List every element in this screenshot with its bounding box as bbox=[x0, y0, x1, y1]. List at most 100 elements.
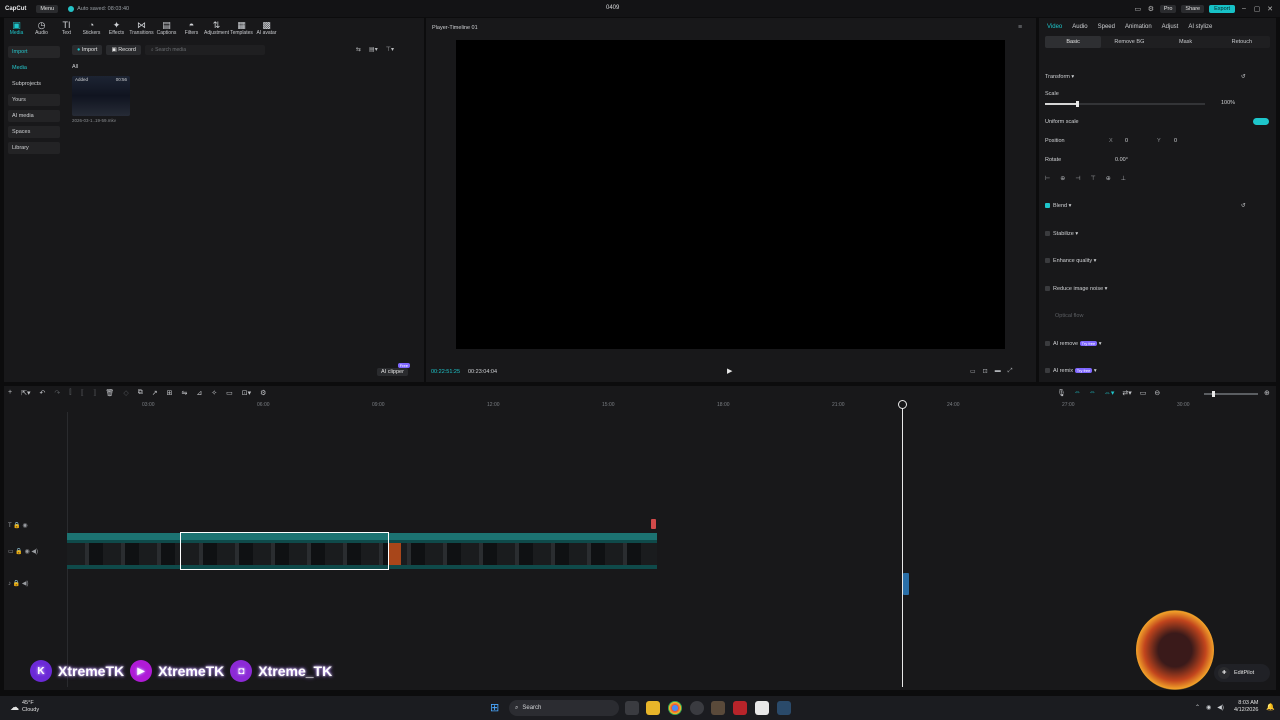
aspect-icon[interactable]: ▬ bbox=[995, 368, 1001, 375]
speed-icon[interactable]: ↗ bbox=[152, 389, 158, 397]
zoom-in-icon[interactable]: ⊕ bbox=[1264, 389, 1270, 397]
mute-icon[interactable]: ◀) bbox=[22, 581, 29, 587]
stabilize-header[interactable]: Stabilize ▾ bbox=[1045, 231, 1078, 237]
project-title[interactable]: 0409 bbox=[606, 5, 619, 11]
tab-animation[interactable]: Animation bbox=[1125, 24, 1152, 30]
file-explorer-icon[interactable] bbox=[646, 701, 660, 715]
record-button[interactable]: ▣ Record bbox=[106, 45, 141, 55]
noise-header[interactable]: Reduce image noise ▾ bbox=[1045, 286, 1107, 292]
ai-remove-header[interactable]: AI remove Try free ▾ bbox=[1045, 341, 1102, 347]
ai-remix-checkbox[interactable] bbox=[1045, 368, 1050, 374]
layout-icon[interactable]: ▭ bbox=[1134, 5, 1142, 13]
sidebar-item-import[interactable]: Import bbox=[8, 46, 60, 58]
reverse-icon[interactable]: ⇋ bbox=[181, 389, 187, 397]
link-icon[interactable]: ⇔ bbox=[1089, 389, 1096, 397]
subtab-basic[interactable]: Basic bbox=[1045, 36, 1102, 48]
timeline-clip[interactable]: 2026-03-17 23-19-59.mkv 00:06:49:06 bbox=[389, 533, 657, 569]
maximize-icon[interactable]: ▢ bbox=[1253, 5, 1261, 13]
align-bottom-icon[interactable]: ⊥ bbox=[1121, 175, 1126, 184]
search-media-input[interactable]: ⌕ Search media bbox=[144, 45, 265, 55]
split-icon[interactable]: ⫿ bbox=[69, 389, 71, 397]
crop-icon[interactable]: ⧉ bbox=[138, 389, 143, 397]
lock-icon[interactable]: 🔒 bbox=[13, 581, 20, 587]
grid-view-icon[interactable]: ▤▾ bbox=[369, 46, 378, 53]
split-right-icon[interactable]: ⟧ bbox=[93, 389, 96, 397]
uniform-scale-toggle[interactable] bbox=[1253, 118, 1269, 125]
subtab-retouch[interactable]: Retouch bbox=[1214, 36, 1270, 48]
ai-clipper-button[interactable]: AI clipper Free bbox=[377, 363, 410, 376]
scale-value[interactable]: 100% bbox=[1221, 100, 1235, 106]
app-icon[interactable] bbox=[711, 701, 725, 715]
microphone-icon[interactable]: 🎙 bbox=[1057, 389, 1066, 397]
sort-icon[interactable]: ⊤▾ bbox=[386, 46, 394, 53]
tab-ai-stylize[interactable]: AI stylize bbox=[1188, 24, 1212, 30]
snapshot-icon[interactable]: ⊡ bbox=[983, 368, 988, 375]
tool-audio[interactable]: ◷ Audio bbox=[29, 18, 54, 40]
fit-icon[interactable]: ▭ bbox=[1140, 389, 1147, 397]
enhance-checkbox[interactable] bbox=[1045, 258, 1050, 264]
sidebar-item-yours[interactable]: Yours bbox=[8, 94, 60, 106]
volume-icon[interactable]: ◀) bbox=[1217, 704, 1224, 711]
zoom-slider[interactable] bbox=[1204, 391, 1258, 397]
fullscreen-icon[interactable]: ⤢ bbox=[1008, 368, 1013, 375]
timeline-clip[interactable]: 19-59.mkv 00:03:58:50 bbox=[67, 533, 180, 569]
split-left-icon[interactable]: ⟦ bbox=[80, 389, 83, 397]
preview-axis-icon[interactable]: ⇄▾ bbox=[1122, 389, 1131, 397]
snap-icon[interactable]: ⇔▾ bbox=[1104, 389, 1115, 397]
align-left-icon[interactable]: ⊢ bbox=[1045, 175, 1050, 184]
player-menu-icon[interactable]: ≡ bbox=[1018, 24, 1022, 31]
taskbar-search[interactable]: ⌕ Search bbox=[509, 700, 619, 716]
sidebar-item-ai-media[interactable]: AI media bbox=[8, 110, 60, 122]
menu-button[interactable]: Menu bbox=[36, 4, 59, 13]
noise-checkbox[interactable] bbox=[1045, 286, 1050, 292]
subtab-remove-bg[interactable]: Remove BG bbox=[1101, 36, 1157, 48]
subtitle-icon[interactable]: ▭ bbox=[226, 389, 233, 397]
position-y-input[interactable]: 0 bbox=[1174, 138, 1177, 144]
eye-icon[interactable]: ◉ bbox=[22, 523, 27, 529]
scale-slider[interactable] bbox=[1045, 101, 1205, 107]
tab-adjust[interactable]: Adjust bbox=[1162, 24, 1179, 30]
align-middle-icon[interactable]: ⊕ bbox=[1106, 175, 1111, 184]
reset-transform-icon[interactable]: ↺ bbox=[1241, 74, 1246, 80]
blend-checkbox[interactable] bbox=[1045, 203, 1050, 209]
ai-remove-checkbox[interactable] bbox=[1045, 341, 1050, 347]
blend-header[interactable]: Blend ▾ bbox=[1045, 203, 1071, 209]
add-track-icon[interactable]: + bbox=[8, 389, 12, 397]
app-icon[interactable] bbox=[690, 701, 704, 715]
link-main-icon[interactable]: ⇔ bbox=[1074, 389, 1081, 397]
tool-templates[interactable]: ▦ Templates bbox=[229, 18, 254, 40]
ai-tool-icon[interactable]: ✧ bbox=[211, 389, 217, 397]
sidebar-item-media[interactable]: Media bbox=[8, 62, 60, 74]
filter-all[interactable]: All bbox=[72, 64, 78, 70]
audio-clip[interactable] bbox=[903, 573, 909, 595]
tool-transitions[interactable]: ⋈ Transitions bbox=[129, 18, 154, 40]
preview-screen[interactable] bbox=[456, 40, 1005, 349]
more-tools-icon[interactable]: ⚙ bbox=[260, 389, 266, 397]
sidebar-item-library[interactable]: Library bbox=[8, 142, 60, 154]
transform-header[interactable]: Transform ▾ bbox=[1045, 74, 1074, 80]
sidebar-item-spaces[interactable]: Spaces bbox=[8, 126, 60, 138]
tool-text[interactable]: TI Text bbox=[54, 18, 79, 40]
scale-handle[interactable] bbox=[1076, 101, 1079, 107]
editpilot-button[interactable]: ✚ EditPilot bbox=[1214, 664, 1270, 682]
zoom-out-icon[interactable]: ⊖ bbox=[1154, 389, 1160, 397]
media-thumbnail[interactable]: Added 00:56 bbox=[72, 76, 130, 116]
position-x-input[interactable]: 0 bbox=[1125, 138, 1128, 144]
mute-icon[interactable]: ◀) bbox=[31, 549, 38, 555]
playhead-handle[interactable] bbox=[898, 400, 907, 409]
mark-icon[interactable]: ◇ bbox=[123, 389, 128, 397]
eye-icon[interactable]: ◉ bbox=[25, 549, 30, 555]
capcut-icon[interactable] bbox=[755, 701, 769, 715]
undo-icon[interactable]: ↶ bbox=[39, 389, 45, 397]
tool-media[interactable]: ▣ Media bbox=[4, 18, 29, 40]
ai-remix-header[interactable]: AI remix Try free ▾ bbox=[1045, 368, 1097, 374]
lock-icon[interactable]: 🔒 bbox=[13, 523, 20, 529]
steam-icon[interactable] bbox=[777, 701, 791, 715]
settings-icon[interactable]: ⚙ bbox=[1147, 5, 1155, 13]
reset-blend-icon[interactable]: ↺ bbox=[1241, 203, 1246, 209]
marker-icon[interactable] bbox=[651, 519, 656, 529]
share-button[interactable]: Share bbox=[1181, 4, 1205, 13]
stabilize-checkbox[interactable] bbox=[1045, 231, 1050, 237]
tab-video[interactable]: Video bbox=[1047, 24, 1062, 30]
tray-chevron-icon[interactable]: ⌃ bbox=[1195, 704, 1200, 711]
